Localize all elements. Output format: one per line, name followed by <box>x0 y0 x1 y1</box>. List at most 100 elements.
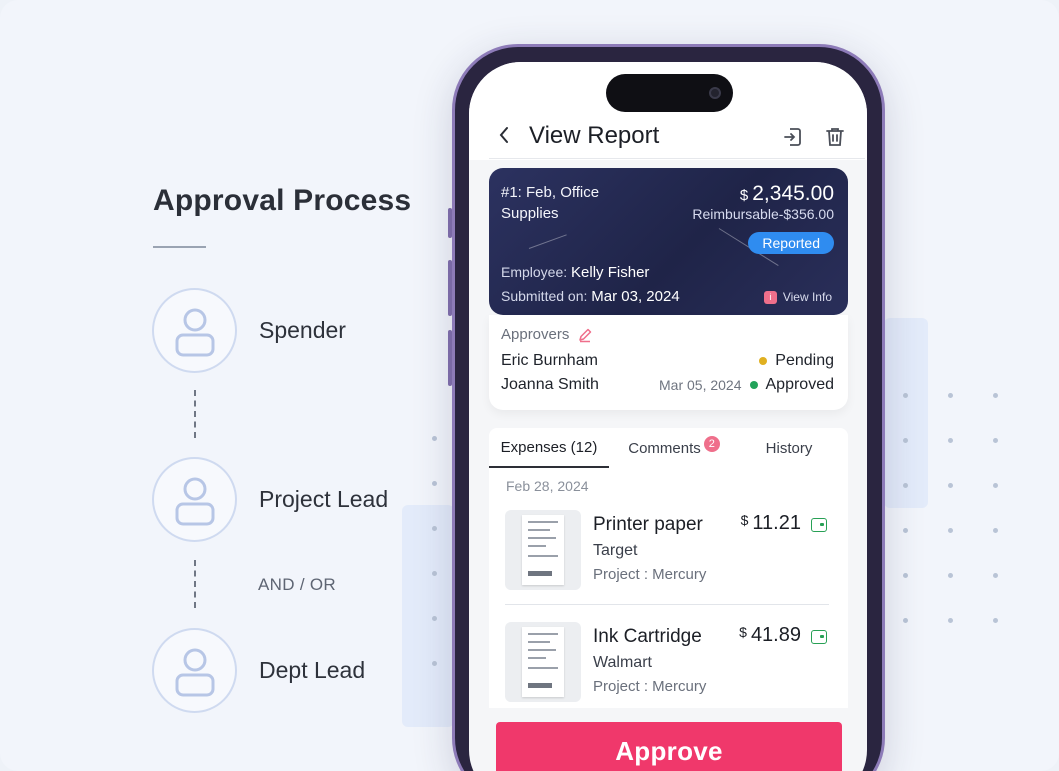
phone-side-button <box>448 260 452 316</box>
decorative-dot <box>432 526 437 531</box>
submitted-date: Mar 03, 2024 <box>591 288 680 305</box>
approvers-title: Approvers <box>501 326 570 343</box>
view-info-link[interactable]: i View Info <box>763 290 832 304</box>
status-dot-pending <box>759 357 768 365</box>
approver-name: Eric Burnham <box>501 352 598 369</box>
info-icon: i <box>763 290 777 304</box>
decorative-dot <box>993 393 998 398</box>
approver-status: Mar 05, 2024 Approved <box>659 376 834 394</box>
process-title: Approval Process <box>153 184 412 217</box>
submit-report-icon <box>784 128 801 146</box>
currency-symbol: $ <box>740 512 749 528</box>
phone-side-button <box>448 330 452 386</box>
back-chevron-icon <box>499 127 508 143</box>
dashed-connector <box>194 390 196 438</box>
decorative-dot <box>993 528 998 533</box>
and-or-label: AND / OR <box>258 575 336 594</box>
expense-amount: $ 41.89 <box>739 624 801 647</box>
expense-amount: $ 11.21 <box>741 512 801 535</box>
trash-icon <box>826 128 844 146</box>
delete-button[interactable] <box>822 124 848 150</box>
process-step-project-lead: Project Lead <box>152 457 388 542</box>
submitted-label: Submitted on: <box>501 288 588 304</box>
back-button[interactable] <box>493 124 515 146</box>
report-card: #1: Feb, Office Supplies $ 2,345.00 Reim… <box>489 168 848 315</box>
decorative-dot <box>948 393 953 398</box>
decorative-dot <box>948 528 953 533</box>
tab-label: Comments <box>628 439 701 457</box>
user-icon <box>152 628 237 713</box>
tab-bar: Expenses (12) Comments 2 History <box>489 428 848 468</box>
status-badge: Reported <box>748 232 834 254</box>
step-label: Project Lead <box>259 486 389 512</box>
tab-comments[interactable]: Comments 2 <box>609 428 739 468</box>
decorative-panel <box>884 318 928 508</box>
employee-row: Employee: Kelly Fisher <box>501 264 649 281</box>
process-step-dept-lead: Dept Lead <box>152 628 365 713</box>
receipt-image <box>522 515 564 585</box>
decorative-dot <box>432 571 437 576</box>
decorative-dot <box>948 618 953 623</box>
decorative-dot <box>432 481 437 486</box>
title-underline <box>153 246 206 248</box>
decorative-dot <box>993 438 998 443</box>
decorative-dot <box>993 483 998 488</box>
decorative-dot <box>903 483 908 488</box>
status-dot-approved <box>749 381 758 389</box>
approve-button[interactable]: Approve <box>496 722 842 771</box>
expense-vendor: Walmart <box>593 654 652 671</box>
tab-label: Expenses (12) <box>500 438 598 456</box>
tab-label: History <box>765 439 813 457</box>
decorative-dot <box>903 438 908 443</box>
approver-row: Eric Burnham Pending <box>501 350 834 372</box>
step-label: Spender <box>259 317 346 343</box>
expense-item[interactable]: Ink Cartridge Walmart Project : Mercury … <box>505 622 831 712</box>
report-name: #1: Feb, Office Supplies <box>501 184 600 222</box>
approvers-card: Approvers Eric Burnham Pending Joanna Sm… <box>489 315 848 410</box>
decorative-scratch <box>528 234 567 249</box>
employee-label: Employee: <box>501 264 568 280</box>
process-step-spender: Spender <box>152 288 346 373</box>
tab-expenses[interactable]: Expenses (12) <box>489 428 609 468</box>
phone-side-button <box>448 208 452 238</box>
page-title: View Report <box>529 122 660 149</box>
divider <box>505 604 829 605</box>
phone-screen: View Report #1: Feb, Office Supplies $ 2… <box>469 62 867 771</box>
edit-pencil-icon[interactable] <box>577 327 593 343</box>
decorative-dot <box>993 573 998 578</box>
divider <box>489 158 865 159</box>
decorative-dot <box>948 573 953 578</box>
report-amount: $ 2,345.00 <box>740 182 834 206</box>
receipt-thumbnail[interactable] <box>505 510 581 590</box>
decorative-panel <box>402 505 454 727</box>
receipt-thumbnail[interactable] <box>505 622 581 702</box>
expense-project: Project : Mercury <box>593 566 707 583</box>
expense-vendor: Target <box>593 542 638 559</box>
status-text: Approved <box>765 376 835 393</box>
decorative-dot <box>948 438 953 443</box>
expense-project: Project : Mercury <box>593 678 707 695</box>
tab-history[interactable]: History <box>739 428 839 468</box>
wallet-icon <box>811 630 827 644</box>
view-info-label: View Info <box>782 290 832 304</box>
camera-icon <box>709 87 721 99</box>
submit-report-button[interactable] <box>780 124 806 150</box>
expense-title: Ink Cartridge <box>593 626 702 647</box>
decorative-dot <box>903 618 908 623</box>
decorative-dot <box>903 528 908 533</box>
currency-symbol: $ <box>739 624 747 640</box>
amount-value: 41.89 <box>750 624 801 646</box>
approvers-heading: Approvers <box>501 326 593 343</box>
expense-title: Printer paper <box>593 514 703 535</box>
decorative-dot <box>432 616 437 621</box>
approver-row: Joanna Smith Mar 05, 2024 Approved <box>501 374 834 396</box>
amount-value: 11.21 <box>752 512 801 534</box>
dashed-connector <box>194 560 196 608</box>
decorative-dot <box>432 661 437 666</box>
wallet-icon <box>811 518 827 532</box>
expense-item[interactable]: Printer paper Target Project : Mercury $… <box>505 510 831 600</box>
canvas: Approval Process Spender Project Lead AN… <box>0 0 1059 771</box>
currency-symbol: $ <box>739 187 749 204</box>
employee-name: Kelly Fisher <box>571 264 650 281</box>
decorative-dot <box>993 618 998 623</box>
